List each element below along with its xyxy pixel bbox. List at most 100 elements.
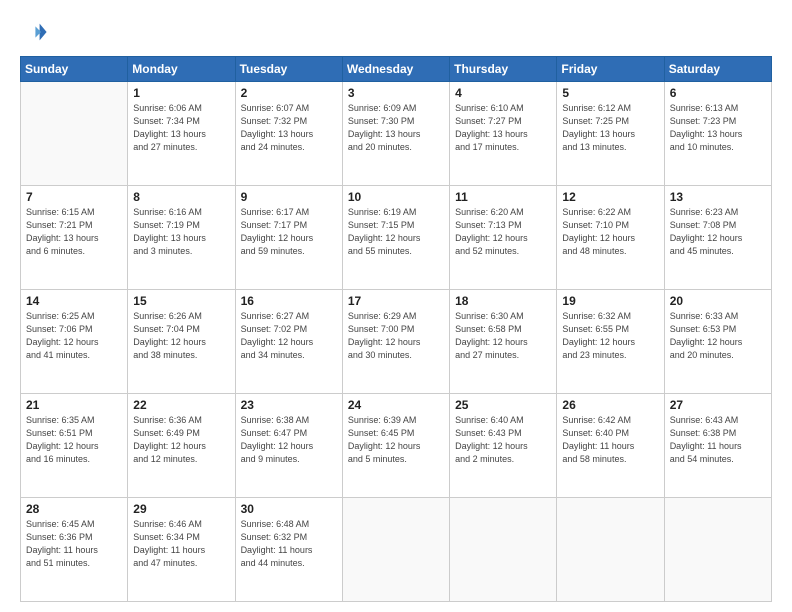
day-info: Sunrise: 6:32 AM Sunset: 6:55 PM Dayligh…	[562, 310, 658, 362]
day-number: 29	[133, 502, 229, 516]
calendar-cell: 28 Sunrise: 6:45 AM Sunset: 6:36 PM Dayli…	[21, 498, 128, 602]
week-row-2: 7 Sunrise: 6:15 AM Sunset: 7:21 PM Daylig…	[21, 186, 772, 290]
logo	[20, 18, 52, 46]
calendar-cell: 25Sunrise: 6:40 AM Sunset: 6:43 PM Dayli…	[450, 394, 557, 498]
week-row-3: 14 Sunrise: 6:25 AM Sunset: 7:06 PM Dayli…	[21, 290, 772, 394]
day-info: Sunrise: 6:19 AM Sunset: 7:15 PM Dayligh…	[348, 206, 444, 258]
day-info: Sunrise: 6:42 AM Sunset: 6:40 PM Dayligh…	[562, 414, 658, 466]
day-number: 7	[26, 190, 122, 204]
calendar-cell: 13Sunrise: 6:23 AM Sunset: 7:08 PM Dayli…	[664, 186, 771, 290]
day-info: Sunrise: 6:29 AM Sunset: 7:00 PM Dayligh…	[348, 310, 444, 362]
calendar-cell: 17 Sunrise: 6:29 AM Sunset: 7:00 PM Dayli…	[342, 290, 449, 394]
day-number: 17	[348, 294, 444, 308]
day-info: Sunrise: 6:45 AM Sunset: 6:36 PM Dayligh…	[26, 518, 122, 570]
weekday-header-monday: Monday	[128, 57, 235, 82]
day-info: Sunrise: 6:35 AM Sunset: 6:51 PM Dayligh…	[26, 414, 122, 466]
day-number: 18	[455, 294, 551, 308]
day-number: 22	[133, 398, 229, 412]
calendar-cell: 5 Sunrise: 6:12 AM Sunset: 7:25 PM Daylig…	[557, 82, 664, 186]
week-row-4: 21 Sunrise: 6:35 AM Sunset: 6:51 PM Dayli…	[21, 394, 772, 498]
day-number: 27	[670, 398, 766, 412]
calendar-cell: 1 Sunrise: 6:06 AM Sunset: 7:34 PM Daylig…	[128, 82, 235, 186]
day-info: Sunrise: 6:10 AM Sunset: 7:27 PM Dayligh…	[455, 102, 551, 154]
day-info: Sunrise: 6:40 AM Sunset: 6:43 PM Dayligh…	[455, 414, 551, 466]
day-info: Sunrise: 6:06 AM Sunset: 7:34 PM Dayligh…	[133, 102, 229, 154]
day-number: 21	[26, 398, 122, 412]
day-number: 1	[133, 86, 229, 100]
calendar-cell	[557, 498, 664, 602]
calendar-cell: 2 Sunrise: 6:07 AM Sunset: 7:32 PM Daylig…	[235, 82, 342, 186]
page: SundayMondayTuesdayWednesdayThursdayFrid…	[0, 0, 792, 612]
day-number: 11	[455, 190, 551, 204]
day-number: 10	[348, 190, 444, 204]
day-info: Sunrise: 6:38 AM Sunset: 6:47 PM Dayligh…	[241, 414, 337, 466]
day-number: 12	[562, 190, 658, 204]
calendar-cell: 29 Sunrise: 6:46 AM Sunset: 6:34 PM Dayli…	[128, 498, 235, 602]
day-info: Sunrise: 6:43 AM Sunset: 6:38 PM Dayligh…	[670, 414, 766, 466]
day-number: 4	[455, 86, 551, 100]
calendar-cell: 23 Sunrise: 6:38 AM Sunset: 6:47 PM Dayli…	[235, 394, 342, 498]
day-number: 5	[562, 86, 658, 100]
calendar-cell: 10 Sunrise: 6:19 AM Sunset: 7:15 PM Dayli…	[342, 186, 449, 290]
weekday-header-saturday: Saturday	[664, 57, 771, 82]
calendar-cell: 30 Sunrise: 6:48 AM Sunset: 6:32 PM Dayli…	[235, 498, 342, 602]
day-info: Sunrise: 6:48 AM Sunset: 6:32 PM Dayligh…	[241, 518, 337, 570]
day-info: Sunrise: 6:12 AM Sunset: 7:25 PM Dayligh…	[562, 102, 658, 154]
day-info: Sunrise: 6:13 AM Sunset: 7:23 PM Dayligh…	[670, 102, 766, 154]
calendar-cell: 7 Sunrise: 6:15 AM Sunset: 7:21 PM Daylig…	[21, 186, 128, 290]
calendar-cell: 14 Sunrise: 6:25 AM Sunset: 7:06 PM Dayli…	[21, 290, 128, 394]
day-info: Sunrise: 6:17 AM Sunset: 7:17 PM Dayligh…	[241, 206, 337, 258]
calendar-cell: 26 Sunrise: 6:42 AM Sunset: 6:40 PM Dayli…	[557, 394, 664, 498]
day-info: Sunrise: 6:46 AM Sunset: 6:34 PM Dayligh…	[133, 518, 229, 570]
calendar-cell: 3 Sunrise: 6:09 AM Sunset: 7:30 PM Daylig…	[342, 82, 449, 186]
day-number: 2	[241, 86, 337, 100]
calendar-cell	[450, 498, 557, 602]
day-number: 23	[241, 398, 337, 412]
header	[20, 18, 772, 46]
weekday-header-row: SundayMondayTuesdayWednesdayThursdayFrid…	[21, 57, 772, 82]
calendar-cell: 24 Sunrise: 6:39 AM Sunset: 6:45 PM Dayli…	[342, 394, 449, 498]
calendar-table: SundayMondayTuesdayWednesdayThursdayFrid…	[20, 56, 772, 602]
day-number: 8	[133, 190, 229, 204]
calendar-cell: 21 Sunrise: 6:35 AM Sunset: 6:51 PM Dayli…	[21, 394, 128, 498]
day-info: Sunrise: 6:22 AM Sunset: 7:10 PM Dayligh…	[562, 206, 658, 258]
week-row-5: 28 Sunrise: 6:45 AM Sunset: 6:36 PM Dayli…	[21, 498, 772, 602]
calendar-cell: 11 Sunrise: 6:20 AM Sunset: 7:13 PM Dayli…	[450, 186, 557, 290]
day-number: 14	[26, 294, 122, 308]
calendar-cell	[664, 498, 771, 602]
weekday-header-wednesday: Wednesday	[342, 57, 449, 82]
day-number: 28	[26, 502, 122, 516]
day-info: Sunrise: 6:27 AM Sunset: 7:02 PM Dayligh…	[241, 310, 337, 362]
day-number: 30	[241, 502, 337, 516]
day-info: Sunrise: 6:33 AM Sunset: 6:53 PM Dayligh…	[670, 310, 766, 362]
day-info: Sunrise: 6:39 AM Sunset: 6:45 PM Dayligh…	[348, 414, 444, 466]
calendar-cell: 22 Sunrise: 6:36 AM Sunset: 6:49 PM Dayli…	[128, 394, 235, 498]
calendar-cell: 19 Sunrise: 6:32 AM Sunset: 6:55 PM Dayli…	[557, 290, 664, 394]
day-number: 3	[348, 86, 444, 100]
day-info: Sunrise: 6:26 AM Sunset: 7:04 PM Dayligh…	[133, 310, 229, 362]
day-number: 9	[241, 190, 337, 204]
logo-icon	[20, 18, 48, 46]
calendar-cell: 18Sunrise: 6:30 AM Sunset: 6:58 PM Dayli…	[450, 290, 557, 394]
calendar-cell: 12 Sunrise: 6:22 AM Sunset: 7:10 PM Dayli…	[557, 186, 664, 290]
day-number: 26	[562, 398, 658, 412]
day-info: Sunrise: 6:15 AM Sunset: 7:21 PM Dayligh…	[26, 206, 122, 258]
weekday-header-tuesday: Tuesday	[235, 57, 342, 82]
weekday-header-friday: Friday	[557, 57, 664, 82]
day-number: 24	[348, 398, 444, 412]
day-number: 13	[670, 190, 766, 204]
day-info: Sunrise: 6:16 AM Sunset: 7:19 PM Dayligh…	[133, 206, 229, 258]
weekday-header-thursday: Thursday	[450, 57, 557, 82]
day-info: Sunrise: 6:36 AM Sunset: 6:49 PM Dayligh…	[133, 414, 229, 466]
day-number: 19	[562, 294, 658, 308]
calendar-cell: 9 Sunrise: 6:17 AM Sunset: 7:17 PM Daylig…	[235, 186, 342, 290]
calendar-cell: 6 Sunrise: 6:13 AM Sunset: 7:23 PM Daylig…	[664, 82, 771, 186]
day-info: Sunrise: 6:25 AM Sunset: 7:06 PM Dayligh…	[26, 310, 122, 362]
day-info: Sunrise: 6:09 AM Sunset: 7:30 PM Dayligh…	[348, 102, 444, 154]
day-number: 6	[670, 86, 766, 100]
calendar-cell: 8 Sunrise: 6:16 AM Sunset: 7:19 PM Daylig…	[128, 186, 235, 290]
calendar-cell: 4 Sunrise: 6:10 AM Sunset: 7:27 PM Daylig…	[450, 82, 557, 186]
calendar-cell: 15Sunrise: 6:26 AM Sunset: 7:04 PM Dayli…	[128, 290, 235, 394]
day-info: Sunrise: 6:07 AM Sunset: 7:32 PM Dayligh…	[241, 102, 337, 154]
day-info: Sunrise: 6:20 AM Sunset: 7:13 PM Dayligh…	[455, 206, 551, 258]
